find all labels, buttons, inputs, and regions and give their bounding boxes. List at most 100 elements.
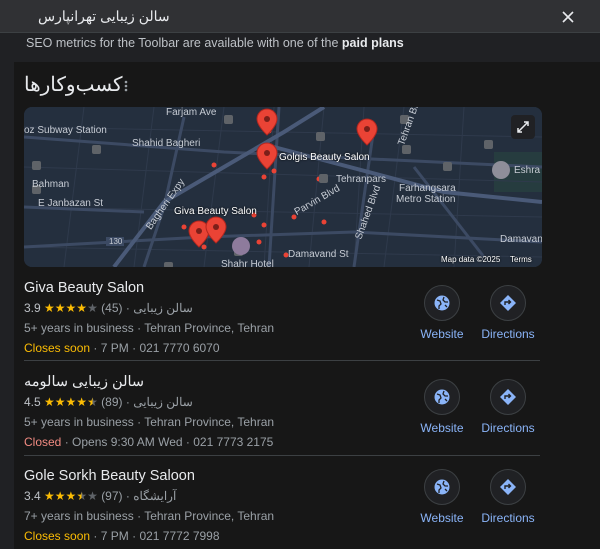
- directions-label: Directions: [481, 511, 535, 525]
- directions-button[interactable]: Directions: [473, 379, 543, 435]
- close-icon[interactable]: [560, 9, 576, 25]
- separator: ·: [64, 435, 69, 449]
- business-category: آرایشگاه: [133, 489, 177, 503]
- search-input[interactable]: سالن زیبایی تهرانپارس: [38, 8, 170, 25]
- phone-number[interactable]: 021 7773 2175: [193, 435, 273, 449]
- map-label-route: 130: [109, 237, 123, 246]
- directions-label: Directions: [481, 327, 535, 341]
- business-location: Tehran Province, Tehran: [144, 509, 275, 523]
- map-label-golgis: Golgis Beauty Salon: [279, 152, 370, 163]
- section-title: کسب‌وکارها: [24, 74, 123, 96]
- globe-icon: [434, 295, 450, 311]
- directions-icon: [500, 479, 516, 495]
- review-count: (89): [101, 395, 123, 409]
- directions-icon: [500, 295, 516, 311]
- website-label: Website: [420, 421, 464, 435]
- map[interactable]: Farjam Ave oz Subway Station Shahid Bagh…: [24, 107, 542, 267]
- website-button[interactable]: Website: [407, 285, 477, 341]
- map-label-giva: Giva Beauty Salon: [174, 206, 257, 217]
- status-row: Closes soon · 7 PM · 021 7770 6070: [24, 341, 220, 355]
- separator: ·: [137, 415, 142, 429]
- expand-icon: [517, 121, 529, 133]
- website-button[interactable]: Website: [407, 469, 477, 525]
- review-count: (97): [101, 489, 123, 503]
- map-label-damavand-st: Damavand St: [288, 249, 349, 260]
- map-label-subway: oz Subway Station: [24, 125, 107, 136]
- directions-label: Directions: [481, 421, 535, 435]
- map-label-tehranpars: Tehranpars: [336, 174, 387, 185]
- map-label-metro: Metro Station: [396, 194, 456, 205]
- globe-icon: [434, 479, 450, 495]
- directions-button[interactable]: Directions: [473, 285, 543, 341]
- phone-number[interactable]: 021 7772 7998: [139, 529, 219, 543]
- business-category: سالن زیبایی: [133, 395, 193, 409]
- map-label-farjam: Farjam Ave: [166, 107, 217, 118]
- rating-row: 3.9 ★★★★★ (45) · سالن زیبایی: [24, 301, 193, 315]
- paid-plans-link[interactable]: paid plans: [342, 36, 404, 50]
- hours: 7 PM: [100, 529, 129, 543]
- separator: ·: [137, 509, 142, 523]
- directions-icon: [500, 389, 516, 405]
- map-label-bahman: Bahman: [32, 179, 70, 190]
- map-label-shahr-hotel: Shahr Hotel: [221, 259, 274, 267]
- rating-row: 4.5 ★★★★★ (89) · سالن زیبایی: [24, 395, 193, 409]
- open-status: Closes soon: [24, 529, 91, 543]
- business-listing[interactable]: سالن زیبایی سالومه 4.5 ★★★★★ (89) · سالن…: [24, 374, 543, 449]
- map-label-shahid-bagheri: Shahid Bagheri: [132, 138, 201, 149]
- separator: ·: [125, 489, 130, 503]
- rating-value: 3.4: [24, 489, 41, 503]
- separator: ·: [125, 301, 130, 315]
- business-name[interactable]: Gole Sorkh Beauty Saloon: [24, 468, 195, 484]
- separator: ·: [132, 529, 137, 543]
- review-count: (45): [101, 301, 123, 315]
- divider: [24, 360, 540, 361]
- business-location: Tehran Province, Tehran: [144, 415, 275, 429]
- separator: ·: [132, 341, 137, 355]
- globe-icon: [434, 389, 450, 405]
- map-label-farhangsara: Farhangsara: [399, 183, 456, 194]
- phone-number[interactable]: 021 7770 6070: [139, 341, 219, 355]
- website-label: Website: [420, 327, 464, 341]
- more-options-icon[interactable]: [121, 79, 131, 93]
- separator: ·: [93, 529, 98, 543]
- open-status: Closed: [24, 435, 62, 449]
- meta-row: 5+ years in business · Tehran Province, …: [24, 321, 274, 335]
- map-label-damavand: Damavand: [500, 234, 542, 245]
- hours: Opens 9:30 AM Wed: [72, 435, 183, 449]
- map-terms-link[interactable]: Terms: [510, 255, 532, 264]
- business-location: Tehran Province, Tehran: [144, 321, 275, 335]
- map-data-text: Map data ©2025: [441, 255, 501, 264]
- directions-button[interactable]: Directions: [473, 469, 543, 525]
- map-label-eshrat: Eshra: [514, 165, 541, 176]
- expand-map-button[interactable]: [511, 115, 535, 139]
- years-in-business: 5+ years in business: [24, 321, 134, 335]
- rating-value: 3.9: [24, 301, 41, 315]
- years-in-business: 7+ years in business: [24, 509, 134, 523]
- separator: ·: [125, 395, 130, 409]
- status-row: Closed · Opens 9:30 AM Wed · 021 7773 21…: [24, 435, 273, 449]
- website-label: Website: [420, 511, 464, 525]
- separator: ·: [93, 341, 98, 355]
- business-name[interactable]: سالن زیبایی سالومه: [24, 374, 144, 390]
- business-listing[interactable]: Giva Beauty Salon 3.9 ★★★★★ (45) · سالن …: [24, 280, 543, 355]
- rating-stars: ★★★★★: [44, 395, 99, 409]
- meta-row: 5+ years in business · Tehran Province, …: [24, 415, 274, 429]
- separator: ·: [137, 321, 142, 335]
- business-listing[interactable]: Gole Sorkh Beauty Saloon 3.4 ★★★★★ (97) …: [24, 468, 543, 543]
- rating-value: 4.5: [24, 395, 41, 409]
- rating-stars: ★★★★★: [44, 489, 99, 503]
- map-label-janbazan: E Janbazan St: [38, 198, 104, 209]
- seo-banner: SEO metrics for the Toolbar are availabl…: [0, 33, 600, 55]
- hours: 7 PM: [100, 341, 129, 355]
- open-status: Closes soon: [24, 341, 91, 355]
- status-row: Closes soon · 7 PM · 021 7772 7998: [24, 529, 220, 543]
- years-in-business: 5+ years in business: [24, 415, 134, 429]
- meta-row: 7+ years in business · Tehran Province, …: [24, 509, 274, 523]
- seo-banner-text: SEO metrics for the Toolbar are availabl…: [26, 36, 339, 50]
- divider: [24, 455, 540, 456]
- business-name[interactable]: Giva Beauty Salon: [24, 280, 144, 296]
- separator: ·: [185, 435, 190, 449]
- website-button[interactable]: Website: [407, 379, 477, 435]
- rating-stars: ★★★★★: [44, 301, 99, 315]
- business-category: سالن زیبایی: [133, 301, 193, 315]
